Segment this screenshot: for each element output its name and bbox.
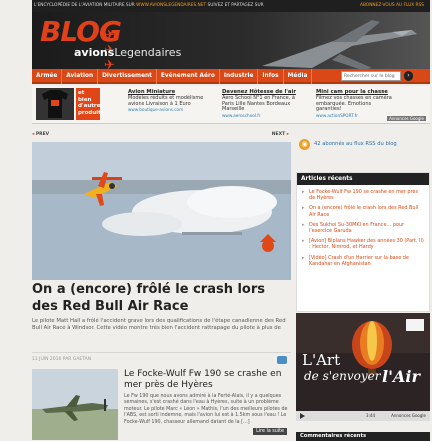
recent-article-link[interactable]: Le Focke-Wulf Fw 190 se crashe en mer pr… bbox=[301, 189, 425, 201]
video-time: 3:44 bbox=[366, 413, 375, 418]
post-card: 11 JUIN 2010 PAR GAETAN Le Focke-Wulf Fw… bbox=[32, 352, 291, 441]
recent-article-link[interactable]: Des Sukhoi Su-30MKI en France… pour l'ex… bbox=[301, 222, 425, 234]
topbar-text: L'ENCYCLOPÉDIE DE L'AVIATION MILITAIRE S… bbox=[34, 3, 135, 8]
top-info-bar: L'ENCYCLOPÉDIE DE L'AVIATION MILITAIRE S… bbox=[32, 0, 430, 12]
nav-item-infos[interactable]: Infos bbox=[258, 69, 284, 84]
nav-item-evenement-aero[interactable]: Evénement Aéro bbox=[157, 69, 220, 84]
nav-item-armee[interactable]: Armée bbox=[32, 69, 63, 84]
video-controls: 3:44 Annonces Google bbox=[296, 411, 430, 421]
recent-articles-widget: Articles récents Le Focke-Wulf Fw 190 se… bbox=[296, 172, 430, 312]
featured-post-title[interactable]: On a (encore) frôlé le crash lors des Re… bbox=[32, 282, 291, 315]
recent-article-link[interactable]: On a (encore) frôlé le crash lors des Re… bbox=[301, 205, 425, 217]
main-nav: Armée Aviation Divertissement Evénement … bbox=[32, 69, 430, 84]
featured-image[interactable] bbox=[32, 142, 291, 280]
search-button[interactable]: › bbox=[404, 71, 413, 81]
play-icon[interactable] bbox=[300, 413, 305, 419]
recent-comments-title: Commentaires récents bbox=[296, 432, 430, 441]
site-logo[interactable]: BLOG ✈ ✈ ✈ avionsLegendaires bbox=[40, 18, 181, 70]
rss-counter[interactable]: ◉ 42 abonnés au flux RSS du blog bbox=[296, 135, 430, 153]
prev-next-nav: ◂ PREV NEXT ▸ bbox=[32, 130, 291, 140]
logo-subtitle: avionsLegendaires bbox=[74, 46, 182, 59]
promo-ad-3[interactable]: Mini cam pour la chasse Filmez vos chass… bbox=[316, 89, 394, 119]
site-header: BLOG ✈ ✈ ✈ avionsLegendaires bbox=[32, 12, 430, 69]
video-title-line1: L'Art bbox=[302, 351, 341, 369]
main-content: ◂ PREV NEXT ▸ On a (encore) frôlé le cra… bbox=[32, 130, 291, 441]
nav-item-divertissement[interactable]: Divertissement bbox=[98, 69, 157, 84]
video-ad-label[interactable]: Annonces Google bbox=[391, 413, 426, 418]
video-title-line3: l'Air bbox=[382, 367, 420, 386]
rss-icon: ◉ bbox=[299, 139, 310, 150]
search-input[interactable]: Rechercher sur le blog bbox=[341, 71, 401, 81]
promo-strip: et bien d'autres produits Avion Miniatur… bbox=[32, 86, 430, 124]
rss-count-text: 42 abonnés au flux RSS du blog bbox=[314, 141, 397, 147]
next-button[interactable]: NEXT ▸ bbox=[272, 132, 289, 137]
nav-item-industrie[interactable]: Industrie bbox=[220, 69, 259, 84]
rss-subscribe-link[interactable]: ABONNEZ-VOUS AU FLUX RSS bbox=[360, 0, 424, 12]
jet-icon bbox=[262, 20, 417, 69]
recent-article-link[interactable]: [Vidéo] Crash d'un Harrier sur la base d… bbox=[301, 255, 425, 267]
recent-article-link[interactable]: [Avion] Biplans Hawker des années 30 (Pa… bbox=[301, 238, 425, 250]
nav-item-media[interactable]: Média bbox=[284, 69, 313, 84]
promo-more-products[interactable]: et bien d'autres produits bbox=[76, 88, 104, 120]
featured-post-excerpt: Le pilote Matt Hall a frôlé l'accident g… bbox=[32, 318, 286, 331]
read-more-button[interactable]: Lire la suite bbox=[253, 428, 287, 435]
share-text: SUIVEZ ET PARTAGEZ SUR bbox=[207, 3, 264, 8]
promo-ad-2[interactable]: Devenez Hôtesse de l'air Aero School N°1… bbox=[222, 89, 300, 119]
promo-tshirt-image[interactable] bbox=[36, 88, 74, 120]
nav-item-aviation[interactable]: Aviation bbox=[62, 69, 99, 84]
site-link[interactable]: WWW.AVIONSLEGENDAIRES.NET bbox=[136, 3, 206, 8]
recent-articles-title: Articles récents bbox=[297, 173, 429, 185]
page: L'ENCYCLOPÉDIE DE L'AVIATION MILITAIRE S… bbox=[0, 0, 432, 441]
video-ad-player[interactable]: L'Art de s'envoyer l'Air 3:44 Annonces G… bbox=[296, 313, 430, 421]
post-thumbnail[interactable] bbox=[32, 369, 118, 440]
sidebar: ◉ 42 abonnés au flux RSS du blog Article… bbox=[296, 130, 430, 441]
prev-button[interactable]: ◂ PREV bbox=[32, 132, 49, 137]
promo-ad-1[interactable]: Avion Miniature Modèles réduits et modél… bbox=[128, 89, 206, 113]
ad-label[interactable]: Annonces Google bbox=[387, 116, 426, 121]
video-title-line2: de s'envoyer bbox=[304, 369, 381, 383]
post-excerpt: Le Fw 190 que nous avons admiré à la Fer… bbox=[124, 394, 288, 425]
post-title[interactable]: Le Focke-Wulf Fw 190 se crashe en mer pr… bbox=[124, 369, 286, 391]
comment-icon[interactable] bbox=[277, 356, 287, 364]
post-meta: 11 JUIN 2010 PAR GAETAN bbox=[32, 357, 92, 362]
